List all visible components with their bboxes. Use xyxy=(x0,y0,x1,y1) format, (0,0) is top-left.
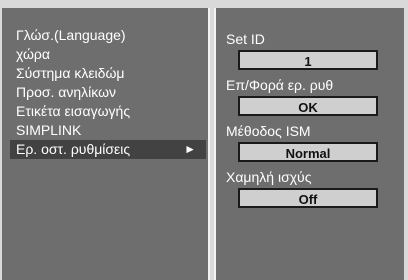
setting-label: Χαμηλή ισχύς xyxy=(226,169,312,185)
setting-label: Επ/Φορά ερ. ρυθ xyxy=(226,77,334,93)
menu-item-label: Ερ. οστ. ρυθμίσεις xyxy=(16,141,131,157)
menu-item-label: Προσ. ανηλίκων xyxy=(16,84,117,100)
menu-item-label: Σύστημα κλειδώμ xyxy=(16,65,125,81)
ok-button[interactable]: OK xyxy=(238,96,378,116)
menu-item-label: SIMPLINK xyxy=(16,122,82,138)
setting-label: Set ID xyxy=(226,31,265,47)
menu-item-simplink[interactable]: SIMPLINK xyxy=(10,121,206,140)
tv-option-menu: Γλώσ.(Language) χώρα Σύστημα κλειδώμ Προ… xyxy=(0,0,408,280)
menu-item-parental-guidance[interactable]: Προσ. ανηλίκων xyxy=(10,83,206,102)
setting-low-power: Χαμηλή ισχύς Off xyxy=(226,168,394,208)
setting-config-transfer: Επ/Φορά ερ. ρυθ OK xyxy=(226,76,394,116)
menu-item-label: Γλώσ.(Language) xyxy=(16,27,126,43)
setting-label: Μέθοδος ISM xyxy=(226,123,311,139)
menu-item-label: χώρα xyxy=(16,46,50,62)
right-settings-panel: Set ID 1 Επ/Φορά ερ. ρυθ OK Μέθοδος ISM … xyxy=(214,8,404,280)
menu-item-lock-system[interactable]: Σύστημα κλειδώμ xyxy=(10,64,206,83)
ism-method-value-box[interactable]: Normal xyxy=(238,142,378,162)
set-id-value-box[interactable]: 1 xyxy=(238,50,378,70)
menu-item-country[interactable]: χώρα xyxy=(10,45,206,64)
setting-set-id: Set ID 1 xyxy=(226,30,394,70)
menu-item-language[interactable]: Γλώσ.(Language) xyxy=(10,26,206,45)
option-menu-list: Γλώσ.(Language) χώρα Σύστημα κλειδώμ Προ… xyxy=(10,26,206,159)
settings-list: Set ID 1 Επ/Φορά ερ. ρυθ OK Μέθοδος ISM … xyxy=(226,30,394,214)
right-arrow-icon: ► xyxy=(184,142,196,156)
menu-item-label: Ετικέτα εισαγωγής xyxy=(16,103,131,119)
menu-item-hotel-settings[interactable]: Ερ. οστ. ρυθμίσεις ► xyxy=(10,140,206,159)
left-menu-panel: Γλώσ.(Language) χώρα Σύστημα κλειδώμ Προ… xyxy=(2,8,210,280)
low-power-value-box[interactable]: Off xyxy=(238,188,378,208)
menu-item-input-label[interactable]: Ετικέτα εισαγωγής xyxy=(10,102,206,121)
setting-ism-method: Μέθοδος ISM Normal xyxy=(226,122,394,162)
